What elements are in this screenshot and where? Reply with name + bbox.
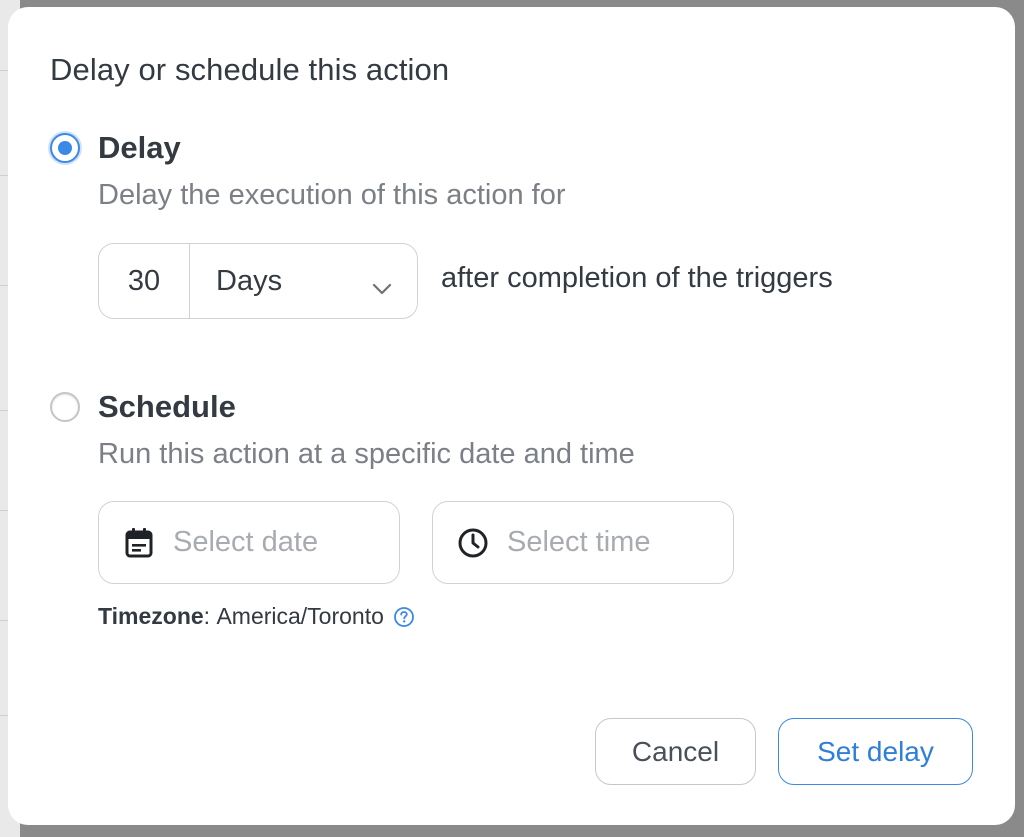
calendar-icon — [123, 527, 155, 559]
date-picker-input[interactable]: Select date — [98, 501, 400, 584]
delay-schedule-dialog: Delay or schedule this action Delay Dela… — [8, 7, 1015, 825]
timezone-info: Timezone: America/Toronto — [98, 603, 415, 630]
time-picker-input[interactable]: Select time — [432, 501, 734, 584]
timezone-label: Timezone — [98, 603, 204, 629]
cancel-button[interactable]: Cancel — [595, 718, 756, 785]
help-circle-icon[interactable] — [393, 606, 415, 628]
clock-icon — [457, 527, 489, 559]
schedule-option-label[interactable]: Schedule — [98, 389, 236, 425]
delay-unit-value: Days — [216, 264, 283, 297]
delay-amount-input[interactable]: 30 — [99, 244, 190, 318]
timezone-colon: : — [203, 603, 217, 629]
delay-radio[interactable] — [50, 133, 80, 163]
dialog-title: Delay or schedule this action — [50, 52, 450, 87]
delay-option-description: Delay the execution of this action for — [98, 179, 566, 211]
set-delay-button[interactable]: Set delay — [778, 718, 973, 785]
delay-suffix-text: after completion of the triggers — [441, 262, 833, 294]
delay-option-label[interactable]: Delay — [98, 130, 181, 166]
schedule-option-description: Run this action at a specific date and t… — [98, 438, 635, 470]
timezone-value: America/Toronto — [216, 603, 384, 629]
delay-duration-input-group: 30 Days — [98, 243, 418, 319]
chevron-down-icon — [371, 271, 393, 304]
schedule-radio[interactable] — [50, 392, 80, 422]
time-placeholder: Select time — [507, 526, 651, 558]
delay-unit-select[interactable]: Days — [190, 244, 417, 318]
date-placeholder: Select date — [173, 526, 319, 558]
